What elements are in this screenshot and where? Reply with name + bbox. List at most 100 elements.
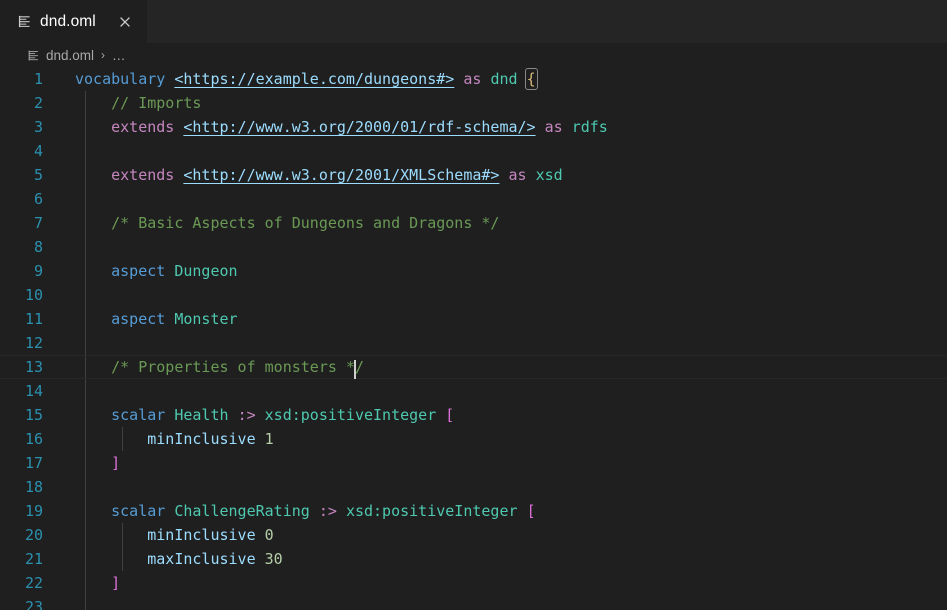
line-content[interactable]: ] [62,571,947,595]
token-keyword: extends [111,118,175,136]
token-url[interactable]: <http://www.w3.org/2000/01/rdf-schema/> [183,118,535,136]
code-line[interactable]: 20 minInclusive 0 [0,523,947,547]
line-content[interactable]: maxInclusive 30 [62,547,947,571]
token-number: 0 [264,526,274,544]
code-line[interactable]: 23 [0,595,947,610]
token-type-ref: xsd:positiveInteger [264,406,437,424]
line-number: 14 [24,382,43,400]
code-line[interactable]: 15 scalar Health :> xsd:positiveInteger … [0,403,947,427]
line-content[interactable]: extends <http://www.w3.org/2000/01/rdf-s… [62,115,947,139]
breadcrumb-file[interactable]: dnd.oml [46,48,94,63]
token-property: maxInclusive [147,550,256,568]
line-content[interactable]: scalar ChallengeRating :> xsd:positiveIn… [62,499,947,523]
token-url[interactable]: <http://www.w3.org/2001/XMLSchema#> [183,166,499,184]
token-as: as [544,118,563,136]
code-line[interactable]: 5 extends <http://www.w3.org/2001/XMLSch… [0,163,947,187]
token-as: as [508,166,527,184]
code-editor[interactable]: 1 vocabulary <https://example.com/dungeo… [0,67,947,610]
code-line[interactable]: 7 /* Basic Aspects of Dungeons and Drago… [0,211,947,235]
line-content[interactable]: /* Properties of monsters */ [62,355,947,379]
line-content[interactable]: scalar Health :> xsd:positiveInteger [ [62,403,947,427]
line-number: 19 [24,502,43,520]
token-namespace: xsd [535,166,563,184]
code-lines[interactable]: 1 vocabulary <https://example.com/dungeo… [0,67,947,610]
line-content[interactable]: aspect Dungeon [62,259,947,283]
text-cursor [353,360,356,379]
code-line[interactable]: 16 minInclusive 1 [0,427,947,451]
line-number: 13 [24,358,43,376]
line-number: 11 [24,310,43,328]
line-number: 7 [33,214,43,232]
code-line[interactable]: 2 // Imports [0,91,947,115]
code-line[interactable]: 9 aspect Dungeon [0,259,947,283]
token-type: Monster [174,310,238,328]
line-content[interactable]: minInclusive 1 [62,427,947,451]
token-keyword: extends [111,166,175,184]
tab-bar-empty-area [146,0,947,43]
token-keyword: scalar [111,406,166,424]
token-open-brace: { [524,68,538,90]
line-number: 4 [33,142,43,160]
line-number: 8 [33,238,43,256]
line-number: 21 [24,550,43,568]
code-line[interactable]: 18 [0,475,947,499]
tab-dnd-oml[interactable]: dnd.oml [0,0,147,43]
line-content[interactable]: extends <http://www.w3.org/2001/XMLSchem… [62,163,947,187]
code-line[interactable]: 10 [0,283,947,307]
line-content[interactable]: aspect Monster [62,307,947,331]
line-content[interactable]: /* Basic Aspects of Dungeons and Dragons… [62,211,947,235]
code-line[interactable]: 14 [0,379,947,403]
breadcrumb-overflow[interactable]: … [112,48,126,63]
token-comment: // Imports [111,94,202,112]
line-content[interactable]: minInclusive 0 [62,523,947,547]
code-line[interactable]: 1 vocabulary <https://example.com/dungeo… [0,67,947,91]
code-line[interactable]: 12 [0,331,947,355]
code-line[interactable]: 21 maxInclusive 30 [0,547,947,571]
token-url[interactable]: <https://example.com/dungeons#> [174,70,454,88]
code-line[interactable]: 19 scalar ChallengeRating :> xsd:positiv… [0,499,947,523]
tab-bar: dnd.oml [0,0,947,43]
code-line[interactable]: 11 aspect Monster [0,307,947,331]
editor-window: dnd.oml dnd.oml › … 1 vocabulary <https:… [0,0,947,610]
code-line[interactable]: 22 ] [0,571,947,595]
file-lines-icon [16,13,33,30]
token-type-ref: xsd:positiveInteger [345,502,518,520]
line-number: 15 [24,406,43,424]
code-line-current[interactable]: 13 /* Properties of monsters */ [0,355,947,379]
code-line[interactable]: 6 [0,187,947,211]
token-number: 30 [264,550,283,568]
code-line[interactable]: 4 [0,139,947,163]
line-number: 1 [33,70,43,88]
close-icon[interactable] [115,12,135,32]
line-number: 12 [24,334,43,352]
token-close-bracket: ] [111,574,121,592]
token-number: 1 [264,430,274,448]
line-number: 10 [24,286,43,304]
line-content[interactable]: ] [62,451,947,475]
token-type: Health [174,406,229,424]
line-content[interactable]: // Imports [62,91,947,115]
code-line[interactable]: 3 extends <http://www.w3.org/2000/01/rdf… [0,115,947,139]
token-comment: /* Basic Aspects of Dungeons and Dragons… [111,214,500,232]
line-content[interactable]: vocabulary <https://example.com/dungeons… [62,67,947,91]
code-line[interactable]: 8 [0,235,947,259]
token-as: as [463,70,482,88]
token-type: ChallengeRating [174,502,310,520]
line-number: 18 [24,478,43,496]
tab-label: dnd.oml [40,12,96,30]
code-line[interactable]: 17 ] [0,451,947,475]
